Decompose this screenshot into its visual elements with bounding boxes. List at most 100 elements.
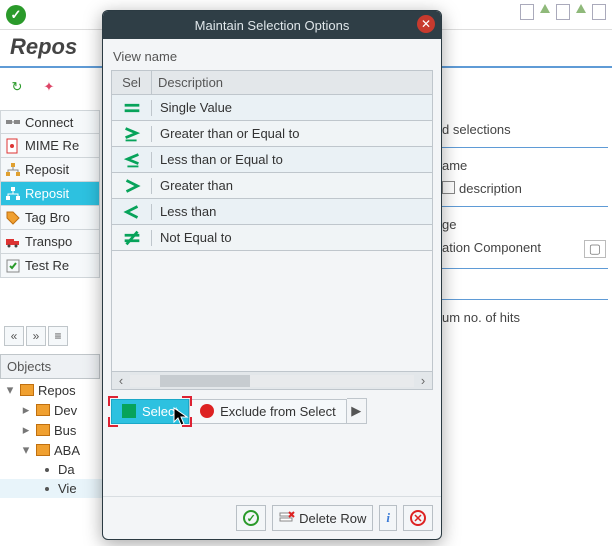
option-row[interactable]: Single Value bbox=[112, 95, 432, 121]
list-icon[interactable]: ≡ bbox=[48, 326, 68, 346]
tab-scroll-right-icon[interactable]: ▶ bbox=[347, 398, 367, 424]
right-row: d selections bbox=[440, 118, 608, 141]
refresh-icon[interactable]: ↻ bbox=[6, 76, 28, 98]
op-ne-icon bbox=[112, 230, 152, 246]
tree-toggle-icon[interactable]: ▸ bbox=[20, 422, 32, 438]
option-label: Less than or Equal to bbox=[152, 152, 432, 167]
option-label: Greater than or Equal to bbox=[152, 126, 432, 141]
option-label: Single Value bbox=[152, 100, 432, 115]
right-row: ation Component ▢ bbox=[440, 236, 608, 262]
nav-item-connect[interactable]: Connect bbox=[0, 110, 100, 134]
nav-item-test-repo[interactable]: Test Re bbox=[0, 254, 100, 278]
op-gt-icon bbox=[112, 178, 152, 194]
nav-item-transport[interactable]: Transpo bbox=[0, 230, 100, 254]
bullet-icon bbox=[45, 468, 49, 472]
tree-toggle-icon[interactable]: ▸ bbox=[20, 402, 32, 418]
option-row[interactable]: Greater than or Equal to bbox=[112, 121, 432, 147]
nav-label: Reposit bbox=[25, 162, 69, 177]
tab-select[interactable]: Select bbox=[111, 399, 189, 424]
folder-icon bbox=[20, 384, 34, 396]
close-icon[interactable]: ✕ bbox=[417, 15, 435, 33]
cancel-button[interactable]: ✕ bbox=[403, 505, 433, 531]
nav-label: Test Re bbox=[25, 258, 69, 273]
doc-icon-2[interactable] bbox=[556, 4, 570, 20]
option-row[interactable]: Not Equal to bbox=[112, 225, 432, 251]
option-row[interactable]: Less than bbox=[112, 199, 432, 225]
expand-all-icon[interactable]: » bbox=[26, 326, 46, 346]
check-icon: ✓ bbox=[243, 510, 259, 526]
divider bbox=[440, 299, 608, 300]
tab-label: Select bbox=[142, 404, 178, 419]
info-icon: i bbox=[386, 510, 390, 526]
objects-header: Objects bbox=[0, 354, 100, 379]
tree-icon bbox=[5, 162, 21, 178]
tag-icon bbox=[5, 210, 21, 226]
right-row: description bbox=[440, 177, 608, 200]
nav-item-mime[interactable]: MIME Re bbox=[0, 134, 100, 158]
divider bbox=[440, 268, 608, 269]
value-help-icon[interactable]: ▢ bbox=[584, 240, 606, 258]
tree-label: Repos bbox=[38, 383, 76, 398]
dialog-footer: ✓ Delete Row i ✕ bbox=[103, 496, 441, 539]
option-row[interactable]: Less than or Equal to bbox=[112, 147, 432, 173]
label: description bbox=[459, 181, 522, 196]
nav-item-tag-browser[interactable]: Tag Bro bbox=[0, 206, 100, 230]
delete-row-button[interactable]: Delete Row bbox=[272, 505, 373, 531]
divider bbox=[440, 206, 608, 207]
dialog-title: Maintain Selection Options bbox=[195, 18, 350, 33]
options-grid: Sel Description Single Value Greater than… bbox=[111, 70, 433, 372]
button-label: Delete Row bbox=[299, 511, 366, 526]
op-le-icon bbox=[112, 152, 152, 168]
accept-button[interactable]: ✓ bbox=[236, 505, 266, 531]
right-row: ame bbox=[440, 154, 608, 177]
tree-label: Dev bbox=[54, 403, 77, 418]
doc-icon[interactable] bbox=[520, 4, 534, 20]
connect-icon bbox=[5, 114, 21, 130]
nav-label: Connect bbox=[25, 115, 73, 130]
tab-label: Exclude from Select bbox=[220, 404, 336, 419]
horizontal-scrollbar[interactable]: ‹ › bbox=[111, 372, 433, 390]
tab-exclude[interactable]: Exclude from Select bbox=[189, 399, 347, 424]
info-button[interactable]: i bbox=[379, 505, 397, 531]
tree-toolbar: « » ≡ bbox=[4, 326, 68, 346]
tree-toggle-icon[interactable]: ▾ bbox=[20, 442, 32, 458]
option-label: Not Equal to bbox=[152, 230, 432, 245]
doc-icon-3[interactable] bbox=[592, 4, 606, 20]
right-row: um no. of hits bbox=[440, 306, 608, 329]
nav-label: MIME Re bbox=[25, 138, 79, 153]
divider bbox=[440, 147, 608, 148]
dialog-title-bar: Maintain Selection Options ✕ bbox=[103, 11, 441, 39]
nav-item-repository[interactable]: Reposit bbox=[0, 158, 100, 182]
scroll-right-icon[interactable]: › bbox=[414, 373, 432, 388]
op-ge-icon bbox=[112, 126, 152, 142]
nav-label: Reposit bbox=[25, 186, 69, 201]
folder-icon bbox=[36, 424, 50, 436]
upload-icon[interactable] bbox=[540, 4, 550, 13]
col-header-desc[interactable]: Description bbox=[152, 71, 432, 94]
compass-icon[interactable]: ✦ bbox=[38, 76, 60, 98]
nav-list: Connect MIME Re Reposit Reposit Tag Bro … bbox=[0, 110, 100, 278]
label: ation Component bbox=[442, 240, 541, 258]
op-eq-icon bbox=[112, 100, 152, 116]
upload-icon-2[interactable] bbox=[576, 4, 586, 13]
bullet-icon bbox=[45, 487, 49, 491]
col-header-sel[interactable]: Sel bbox=[112, 71, 152, 94]
nav-item-repository-active[interactable]: Reposit bbox=[0, 182, 100, 206]
cancel-icon: ✕ bbox=[410, 510, 426, 526]
scroll-track[interactable] bbox=[130, 375, 414, 387]
scroll-left-icon[interactable]: ‹ bbox=[112, 373, 130, 388]
tree-toggle-icon[interactable]: ▾ bbox=[4, 382, 16, 398]
tree-label: Bus bbox=[54, 423, 76, 438]
ok-icon: ✓ bbox=[6, 5, 26, 25]
folder-icon bbox=[36, 404, 50, 416]
op-lt-icon bbox=[112, 204, 152, 220]
tree-label: Vie bbox=[58, 481, 77, 496]
collapse-all-icon[interactable]: « bbox=[4, 326, 24, 346]
delete-row-icon bbox=[279, 510, 295, 526]
right-row: ge bbox=[440, 213, 608, 236]
option-row[interactable]: Greater than bbox=[112, 173, 432, 199]
truck-icon bbox=[5, 234, 21, 250]
scroll-thumb[interactable] bbox=[160, 375, 250, 387]
checkbox[interactable] bbox=[442, 181, 455, 194]
grid-header: Sel Description bbox=[112, 71, 432, 95]
